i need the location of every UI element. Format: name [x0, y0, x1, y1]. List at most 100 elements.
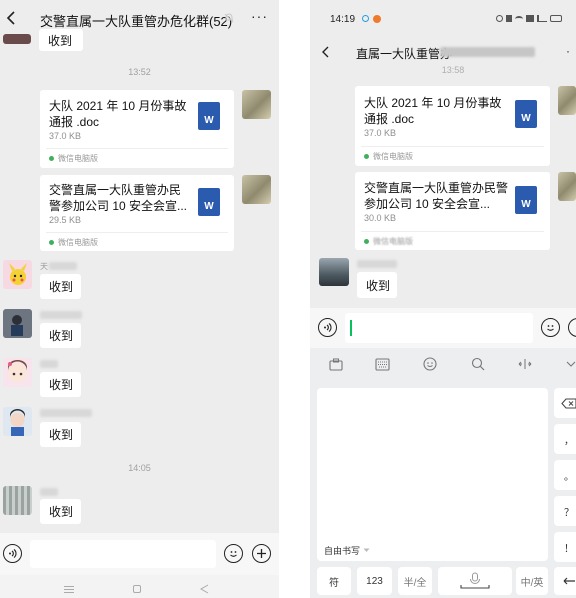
file-source-label: 微信电脑版: [373, 237, 413, 246]
file-title: 大队 2021 年 10 月份事故通报 .doc: [49, 99, 187, 129]
handwriting-pad[interactable]: 自由书写: [317, 388, 548, 561]
exclaim-key[interactable]: ！: [554, 532, 576, 562]
file-card[interactable]: 交警直属一大队重管办民警参加公司 10 安全会宣... 29.5 KB W 微信…: [40, 175, 234, 251]
avatar: [3, 34, 31, 44]
blurred-name: [40, 360, 58, 368]
chat-title: 直属一大队重管办: [356, 47, 453, 61]
sender-avatar[interactable]: [558, 86, 576, 115]
file-source: 微信电脑版: [364, 151, 413, 162]
message-bubble[interactable]: 收到: [40, 422, 81, 447]
file-card[interactable]: 大队 2021 年 10 月份事故通报 .doc 37.0 KB W 微信电脑版: [40, 90, 234, 168]
divider: [361, 146, 544, 147]
word-doc-icon: W: [515, 100, 537, 128]
text-image-avatar[interactable]: [3, 486, 32, 515]
voice-button[interactable]: [318, 318, 337, 337]
sender-avatar[interactable]: [242, 90, 271, 119]
back-button[interactable]: [2, 8, 22, 28]
chevron-left-icon: [322, 46, 329, 58]
mute-bell-icon: [223, 12, 235, 24]
message-input[interactable]: [345, 313, 533, 343]
back-nav-button[interactable]: [200, 584, 209, 594]
number-key[interactable]: 123: [357, 567, 392, 595]
wechat-pc-icon: [364, 154, 369, 159]
enter-key[interactable]: [554, 567, 576, 595]
keyboard: 自由书写 ， 。 ？ ！ 符 123 半/全 中/英: [310, 348, 576, 598]
chat-title: 交警直属一大队重管办危化群(52): [40, 14, 233, 29]
file-source: 微信电脑版: [49, 237, 98, 248]
message-bubble[interactable]: 收到: [357, 272, 397, 298]
blurred-name: [40, 488, 58, 496]
keyboard-toolbar: [310, 348, 576, 382]
girl-avatar[interactable]: [3, 358, 32, 387]
half-full-key[interactable]: 半/全: [398, 567, 432, 595]
sender-name: 天: [40, 262, 48, 271]
emoji-icon: [547, 325, 554, 331]
more-button[interactable]: ···: [251, 8, 268, 24]
lang-switch-key[interactable]: 中/英: [516, 567, 548, 595]
message-input[interactable]: [30, 540, 216, 568]
blurred-name: [40, 311, 82, 319]
keyboard-layout-icon[interactable]: [375, 358, 390, 371]
message-bubble[interactable]: 收到: [40, 274, 81, 299]
timestamp: 13:52: [128, 67, 151, 77]
emoji-button[interactable]: [541, 318, 560, 337]
timestamp: 14:05: [128, 463, 151, 473]
figure-avatar[interactable]: [3, 309, 32, 338]
divider: [46, 232, 228, 233]
sender-avatar[interactable]: [242, 175, 271, 204]
add-button[interactable]: [252, 544, 271, 563]
timestamp: 13:58: [441, 65, 465, 75]
emoji-button[interactable]: [224, 544, 243, 563]
message-bubble[interactable]: 收到: [39, 29, 83, 51]
child-avatar[interactable]: [3, 407, 32, 436]
file-card[interactable]: 交警直属一大队重管办民警参加公司 10 安全会宣... 30.0 KB W 微信…: [355, 172, 550, 250]
menu-nav-button[interactable]: [64, 586, 74, 593]
home-nav-button[interactable]: [133, 585, 141, 593]
symbol-key[interactable]: 符: [317, 567, 351, 595]
divider: [46, 148, 228, 149]
clipboard-icon[interactable]: [329, 358, 343, 371]
back-button[interactable]: [318, 43, 334, 61]
file-size: 29.5 KB: [49, 215, 82, 225]
more-button[interactable]: ·: [566, 44, 570, 58]
sender-avatar[interactable]: [319, 258, 349, 286]
status-icons: [496, 15, 564, 23]
left-chat-screen: 交警直属一大队重管办危化群(52) ··· 收到 13:52 大队 2021 年…: [0, 0, 279, 598]
chevron-left-icon: [6, 11, 15, 25]
add-button[interactable]: [568, 318, 576, 337]
comma-key[interactable]: ，: [554, 424, 576, 454]
space-key[interactable]: [438, 567, 512, 595]
plus-icon: [257, 549, 266, 558]
voice-button[interactable]: [3, 544, 22, 563]
handwriting-mode-selector[interactable]: 自由书写: [324, 544, 370, 557]
file-source-label: 微信电脑版: [373, 152, 413, 161]
message-bubble[interactable]: 收到: [40, 323, 81, 348]
emoji-icon: [230, 551, 237, 557]
blurred-name: [40, 409, 92, 417]
word-doc-icon: W: [515, 186, 537, 214]
word-doc-icon: W: [198, 188, 220, 216]
cursor-move-icon[interactable]: [517, 357, 533, 371]
file-card[interactable]: 大队 2021 年 10 月份事故通报 .doc 37.0 KB W 微信电脑版: [355, 86, 550, 166]
file-size: 37.0 KB: [49, 131, 82, 141]
file-title: 交警直属一大队重管办民警参加公司 10 安全会宣...: [49, 183, 188, 213]
handwriting-mode-label: 自由书写: [324, 546, 361, 556]
period-key[interactable]: 。: [554, 460, 576, 490]
message-bubble[interactable]: 收到: [40, 372, 81, 397]
notification-icon: [362, 15, 369, 22]
right-chat-screen: 14:19 直属一大队重管办 · 13:58 大队 2021 年 10 月份事故…: [310, 0, 576, 598]
sender-avatar[interactable]: [558, 172, 576, 201]
wechat-pc-icon: [49, 240, 54, 245]
emoji-icon[interactable]: [423, 357, 437, 371]
voice-icon: [9, 549, 17, 558]
pikachu-avatar[interactable]: [3, 260, 32, 289]
system-nav-bar: [0, 575, 279, 598]
search-icon[interactable]: [471, 357, 485, 371]
question-key[interactable]: ？: [554, 496, 576, 526]
chat-header: 直属一大队重管办 ·: [310, 36, 576, 68]
message-bubble[interactable]: 收到: [40, 499, 81, 524]
wechat-pc-icon: [364, 239, 369, 244]
chevron-down-icon[interactable]: [566, 360, 576, 368]
backspace-key[interactable]: [554, 388, 576, 418]
file-size: 30.0 KB: [364, 213, 397, 223]
